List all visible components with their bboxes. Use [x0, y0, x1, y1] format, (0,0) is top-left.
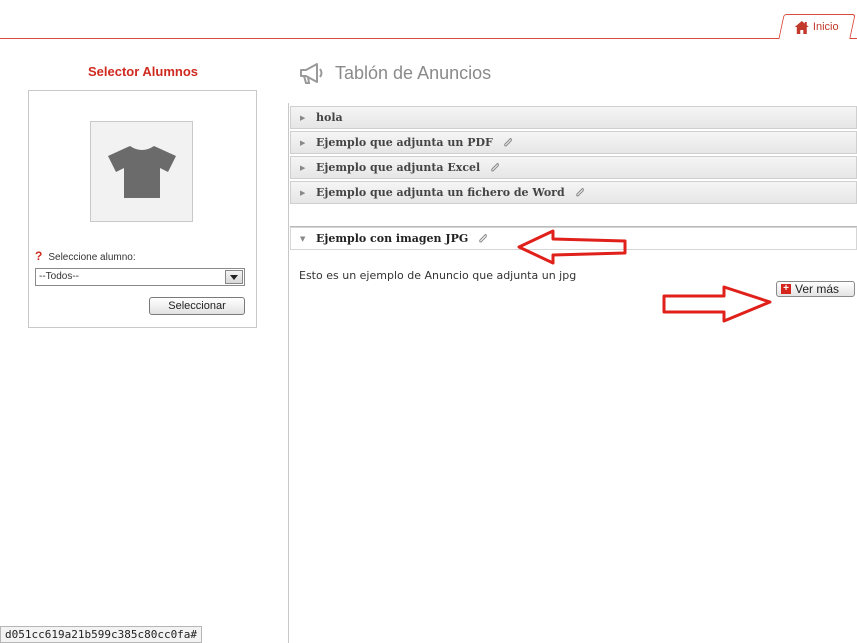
megaphone-icon — [300, 63, 323, 84]
announcement-title: Ejemplo que adjunta un PDF — [316, 136, 493, 149]
student-select[interactable]: --Todos-- — [35, 268, 245, 286]
board-header: Tablón de Anuncios — [299, 60, 491, 86]
announcement-item[interactable]: ▶ Ejemplo que adjunta un PDF — [290, 131, 857, 154]
chevron-down-icon — [230, 274, 238, 280]
student-selector-panel: ? Seleccione alumno: --Todos-- Selecciona… — [28, 90, 257, 328]
select-student-label-text: Seleccione alumno: — [48, 252, 136, 263]
chevron-right-icon: ▶ — [300, 138, 306, 147]
chevron-right-icon: ▶ — [300, 163, 306, 172]
home-tab[interactable]: Inicio — [778, 14, 856, 39]
tshirt-icon — [107, 145, 176, 198]
annotation-arrow — [662, 285, 772, 323]
announcement-item[interactable]: ▶ hola — [290, 106, 857, 129]
announcement-title: Ejemplo con imagen JPG — [316, 232, 469, 245]
home-tab-label: Inicio — [813, 21, 839, 33]
plus-icon: + — [781, 284, 791, 294]
status-bar-url: d051cc619a21b599c385c80cc0fa# — [0, 626, 203, 643]
help-icon: ? — [35, 249, 43, 263]
announcement-title: Ejemplo que adjunta un fichero de Word — [316, 186, 565, 199]
chevron-right-icon: ▶ — [300, 113, 306, 122]
home-icon — [795, 20, 810, 34]
student-photo — [90, 121, 193, 222]
announcement-title: hola — [316, 111, 343, 124]
paperclip-icon — [504, 137, 512, 147]
announcement-item[interactable]: ▶ Ejemplo que adjunta un fichero de Word — [290, 181, 857, 204]
see-more-button[interactable]: + Ver más — [776, 281, 855, 297]
select-button[interactable]: Seleccionar — [149, 297, 245, 315]
annotation-arrow — [517, 229, 627, 265]
select-student-label: ? Seleccione alumno: — [35, 249, 136, 263]
paperclip-icon — [479, 233, 488, 243]
paperclip-icon — [575, 187, 584, 197]
announcement-title: Ejemplo que adjunta Excel — [316, 161, 481, 174]
see-more-label: Ver más — [795, 282, 840, 296]
dropdown-button[interactable] — [225, 270, 243, 284]
student-select-value: --Todos-- — [39, 271, 80, 282]
chevron-right-icon: ▶ — [300, 188, 306, 197]
selector-title: Selector Alumnos — [87, 64, 199, 79]
chevron-down-icon: ▼ — [300, 234, 306, 243]
header-divider — [0, 38, 857, 39]
board-title: Tablón de Anuncios — [335, 62, 492, 83]
announcement-body: Esto es un ejemplo de Anuncio que adjunt… — [299, 269, 577, 282]
announcement-item[interactable]: ▶ Ejemplo que adjunta Excel — [290, 156, 857, 179]
paperclip-icon — [491, 162, 500, 172]
